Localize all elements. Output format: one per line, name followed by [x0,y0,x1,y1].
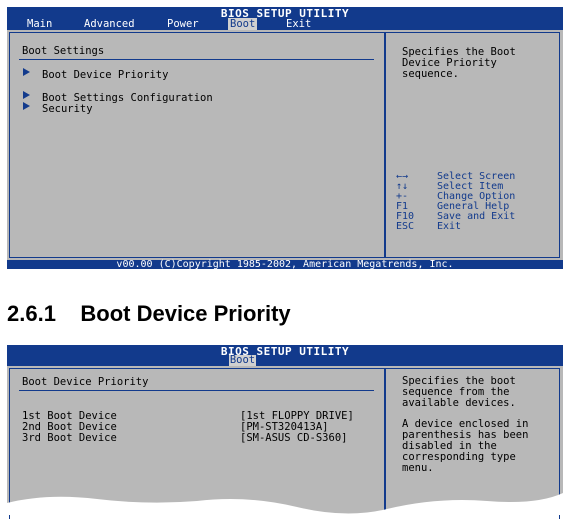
menu-advanced[interactable]: Advanced [82,18,137,30]
panel-divider [384,32,386,257]
bios-footer: v00.00 (C)Copyright 1985-2002, American … [7,259,563,270]
torn-edge-decoration [7,493,563,515]
help-line: menu. [402,462,434,474]
submenu-arrow-icon [23,68,30,76]
submenu-arrow-icon [23,102,30,110]
bios-header: BIOS SETUP UTILITY Main Advanced Power B… [7,7,563,30]
menu-exit[interactable]: Exit [284,18,313,30]
bios-header: BIOS SETUP UTILITY Boot [7,345,563,366]
panel-title: Boot Settings [22,45,105,57]
copyright-text: v00.00 (C)Copyright 1985-2002, American … [116,259,454,270]
help-line: sequence. [402,68,459,80]
device-value[interactable]: [SM-ASUS CD-S360] [240,433,347,444]
menu-power[interactable]: Power [165,18,201,30]
bios-screen-boot-menu: BIOS SETUP UTILITY Main Advanced Power B… [7,7,563,270]
item-label: Boot Device Priority [42,69,169,81]
title-underline [19,59,374,60]
utility-title: BIOS SETUP UTILITY [220,345,350,358]
key-esc: ESC [396,221,415,232]
bios-body: Boot Device Priority 1st Boot Device [1s… [7,366,563,519]
title-underline [19,390,374,391]
help-line: available devices. [402,397,516,409]
menu-bar: Main Advanced Power Boot Exit [7,18,563,30]
tab-boot[interactable]: Boot [229,355,256,366]
menu-main[interactable]: Main [25,18,54,30]
panel-title: Boot Device Priority [22,376,149,388]
bios-screen-boot-device-priority: BIOS SETUP UTILITY Boot Boot Device Prio… [7,345,563,519]
menu-boot[interactable]: Boot [228,18,258,30]
submenu-arrow-icon [23,91,30,99]
item-label: Security [42,103,93,115]
key-desc: Exit [437,221,462,232]
section-heading: 2.6.1 Boot Device Priority [7,301,291,326]
bios-body: Boot Settings Boot Device Priority Boot … [7,30,563,260]
device-label: 3rd Boot Device [22,432,117,444]
